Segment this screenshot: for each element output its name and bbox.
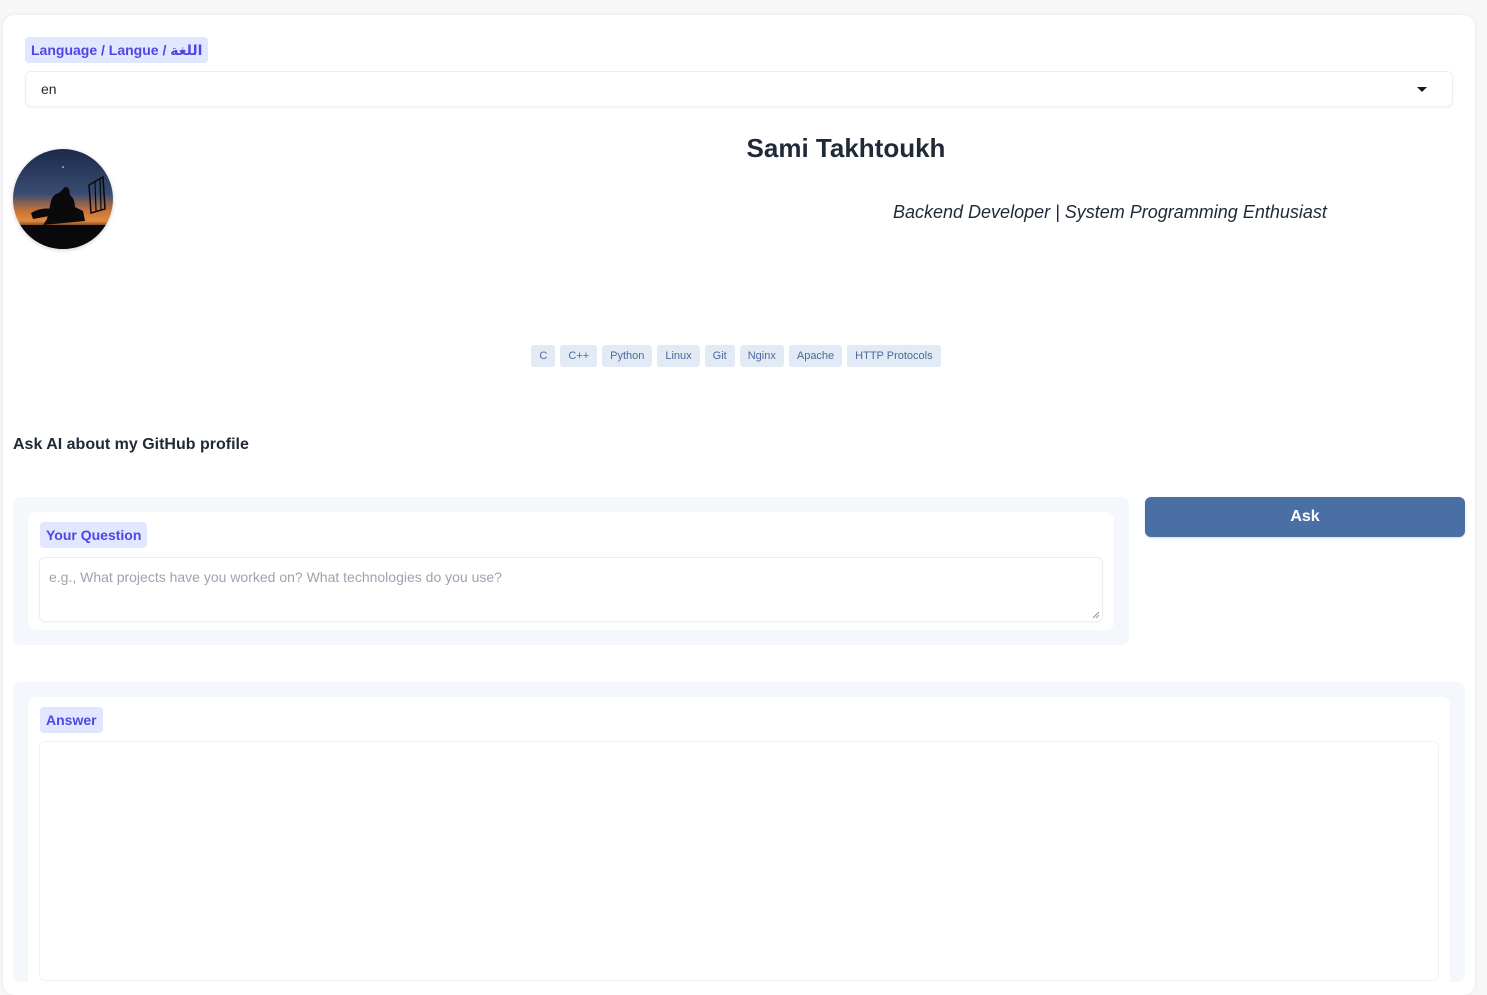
language-label: Language / Langue / اللغة (25, 37, 209, 63)
profile-name: Sami Takhtoukh (746, 133, 946, 163)
profile-tagline: Backend Developer | System Programming E… (893, 202, 1327, 222)
skill-tag: Nginx (739, 345, 784, 367)
answer-output (39, 741, 1439, 981)
language-select-value: en (41, 81, 57, 97)
chevron-down-icon (1417, 86, 1427, 92)
question-label: Your Question (40, 522, 148, 548)
avatar-image (13, 149, 113, 249)
skill-tag: C++ (560, 345, 598, 367)
answer-label: Answer (40, 707, 103, 733)
ask-section-title: Ask AI about my GitHub profile (13, 436, 249, 453)
skill-tag: Git (704, 345, 735, 367)
question-input[interactable]: e.g., What projects have you worked on? … (39, 557, 1103, 622)
language-select[interactable]: en (25, 71, 1453, 107)
skill-tag: Python (602, 345, 653, 367)
question-placeholder: e.g., What projects have you worked on? … (49, 569, 502, 585)
resize-grip-icon[interactable] (1092, 611, 1100, 619)
skill-tag: HTTP Protocols (847, 345, 941, 367)
skill-tag: Apache (788, 345, 843, 367)
skill-tag: Linux (657, 345, 700, 367)
skills-list: C C++ Python Linux Git Nginx Apache HTTP… (0, 345, 1472, 367)
ask-button[interactable]: Ask (1145, 497, 1465, 537)
avatar (13, 149, 113, 249)
skill-tag: C (531, 345, 556, 367)
